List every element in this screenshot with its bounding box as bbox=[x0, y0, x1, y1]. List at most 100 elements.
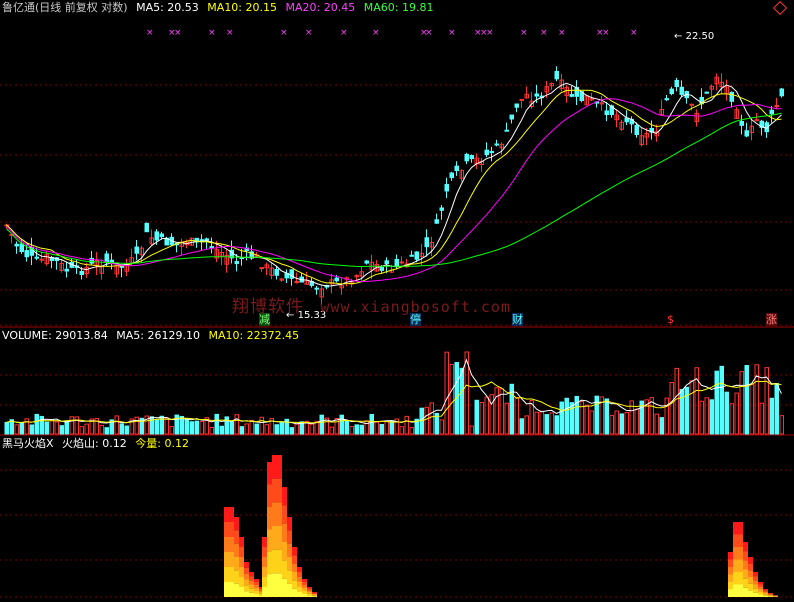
volume-bar bbox=[214, 413, 219, 435]
volume-bar bbox=[424, 406, 429, 435]
high-value: 22.50 bbox=[685, 31, 715, 42]
volume-bar bbox=[344, 420, 349, 435]
marker-x: × bbox=[630, 28, 638, 38]
volume-bar bbox=[704, 397, 709, 435]
flame-segment bbox=[763, 590, 768, 592]
flame-segment bbox=[234, 517, 239, 531]
volume-bar bbox=[479, 402, 484, 435]
volume-bar bbox=[494, 387, 499, 435]
flame-segment bbox=[748, 570, 753, 577]
candle-body bbox=[704, 91, 709, 94]
candle-body bbox=[384, 260, 389, 265]
flame-segment bbox=[282, 487, 287, 506]
volume-bar bbox=[154, 419, 159, 435]
flame-segment bbox=[254, 594, 259, 597]
volume-bar bbox=[119, 423, 124, 435]
flame-segment bbox=[763, 593, 768, 595]
candle-body bbox=[79, 270, 84, 276]
volume-bar bbox=[409, 427, 414, 435]
candle-body bbox=[314, 287, 319, 290]
volume-bar bbox=[134, 416, 139, 435]
volume-bar bbox=[469, 425, 474, 435]
volume-bar bbox=[79, 426, 84, 435]
candle-body bbox=[534, 93, 539, 97]
flame-segment bbox=[758, 584, 763, 587]
flame-segment bbox=[262, 547, 267, 557]
flame-segment bbox=[758, 592, 763, 595]
event-tag-finance[interactable]: 财 bbox=[512, 313, 523, 326]
volume-bar bbox=[169, 426, 174, 435]
flame-segment bbox=[277, 573, 282, 597]
volume-bar bbox=[194, 420, 199, 435]
flame-segment bbox=[239, 577, 244, 587]
flame-segment bbox=[307, 592, 312, 594]
volume-bar bbox=[199, 420, 204, 435]
flame-segment bbox=[244, 567, 249, 574]
flame-segment bbox=[244, 579, 249, 586]
flame-segment bbox=[753, 584, 758, 589]
stock-title: 鲁亿通(日线 前复权 对数) bbox=[2, 1, 128, 14]
flame-segment bbox=[229, 522, 234, 537]
flame-segment bbox=[277, 549, 282, 574]
flame-segment bbox=[272, 478, 277, 503]
volume-bar bbox=[274, 424, 279, 435]
volume-bar bbox=[259, 416, 264, 435]
volume-bar bbox=[489, 394, 494, 435]
flame-segment bbox=[768, 595, 773, 597]
flame-segment bbox=[287, 583, 292, 597]
volume-bar bbox=[654, 413, 659, 435]
flame-segment bbox=[287, 517, 292, 531]
price-header: 鲁亿通(日线 前复权 对数) MA5: 20.53 MA10: 20.15 MA… bbox=[2, 1, 438, 15]
flame-segment bbox=[272, 455, 277, 479]
ma20-readout: MA20: 20.45 bbox=[285, 1, 356, 14]
volume-bar bbox=[549, 412, 554, 435]
volume-bar bbox=[749, 384, 754, 435]
event-tag-dollar[interactable]: $ bbox=[667, 313, 674, 326]
volume-bar bbox=[564, 397, 569, 435]
flame-segment bbox=[234, 530, 239, 544]
candle-body bbox=[774, 105, 779, 108]
flame-segment bbox=[312, 592, 317, 593]
candle-body bbox=[39, 258, 44, 261]
flame-segment bbox=[249, 584, 254, 589]
ma60-readout: MA60: 19.81 bbox=[363, 1, 434, 14]
volume-bar bbox=[294, 423, 299, 435]
flame-segment bbox=[272, 573, 277, 597]
flame-segment bbox=[229, 582, 234, 597]
candle-body bbox=[159, 233, 164, 238]
event-tag-reduce[interactable]: 减 bbox=[259, 313, 270, 326]
volume-bar bbox=[669, 382, 674, 435]
flame-segment bbox=[758, 594, 763, 597]
flame-segment bbox=[249, 592, 254, 597]
flame-segment bbox=[254, 579, 259, 582]
marker-x: × bbox=[174, 28, 182, 38]
flame-segment bbox=[753, 580, 758, 585]
volume-bar bbox=[634, 408, 639, 435]
volume-bar bbox=[474, 399, 479, 435]
volume-bar bbox=[539, 410, 544, 435]
ma5-line bbox=[6, 82, 782, 287]
marker-x: × bbox=[558, 28, 566, 38]
flame-segment bbox=[239, 587, 244, 597]
volume-bar bbox=[534, 411, 539, 435]
volume-bar bbox=[459, 367, 464, 435]
volume-bar bbox=[49, 419, 54, 435]
flame-segment bbox=[249, 580, 254, 585]
event-tag-rise[interactable]: 涨 bbox=[766, 313, 777, 326]
candle-body bbox=[424, 237, 429, 248]
event-tag-suspend[interactable]: 停 bbox=[410, 313, 421, 326]
volume-bar bbox=[339, 414, 344, 435]
candle-body bbox=[134, 246, 139, 254]
candle-body bbox=[394, 258, 399, 267]
flame-segment bbox=[297, 592, 302, 597]
marker-x: × bbox=[208, 28, 216, 38]
volume-bar bbox=[734, 392, 739, 435]
volume-bar bbox=[664, 397, 669, 435]
candlestick-series bbox=[4, 66, 784, 307]
volume-bar bbox=[619, 413, 624, 435]
volume-bar bbox=[279, 422, 284, 435]
signal-markers: × ×× × × × × × × ×× × ××× × × × ×× × bbox=[146, 28, 638, 38]
flame-segment bbox=[743, 578, 748, 588]
flame-segment bbox=[312, 594, 317, 596]
flame-segment bbox=[753, 576, 758, 581]
